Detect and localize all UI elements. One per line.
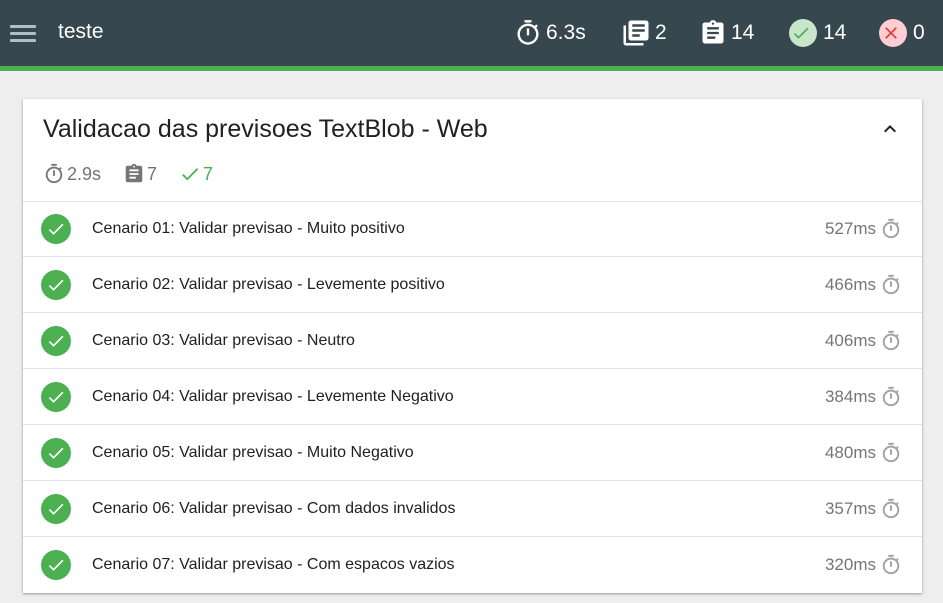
status-stripe bbox=[0, 66, 943, 71]
scenario-row[interactable]: Cenario 05: Validar previsao - Muito Neg… bbox=[23, 425, 922, 481]
total-duration-stat: 6.3s bbox=[514, 18, 586, 48]
stopwatch-icon bbox=[45, 163, 63, 184]
scenario-row[interactable]: Cenario 07: Validar previsao - Com espac… bbox=[23, 537, 922, 592]
scenario-name: Cenario 02: Validar previsao - Levemente… bbox=[92, 276, 445, 293]
clipboard-icon bbox=[702, 20, 724, 44]
feature-header[interactable]: Validacao das previsoes TextBlob - Web 2… bbox=[23, 99, 922, 202]
stopwatch-icon bbox=[880, 330, 902, 357]
scenarios-count-value: 14 bbox=[731, 21, 755, 44]
features-count-stat: 2 bbox=[621, 18, 667, 48]
passed-check-icon bbox=[41, 550, 71, 580]
scenario-list: Cenario 01: Validar previsao - Muito pos… bbox=[23, 201, 922, 592]
passed-check-icon bbox=[41, 326, 71, 356]
scenario-row[interactable]: Cenario 06: Validar previsao - Com dados… bbox=[23, 481, 922, 537]
scenario-duration: 466ms bbox=[824, 275, 876, 294]
stopwatch-icon bbox=[880, 554, 902, 581]
clipboard-icon bbox=[125, 163, 143, 183]
passed-count-value: 14 bbox=[823, 21, 847, 44]
passed-check-icon bbox=[41, 382, 71, 412]
stopwatch-icon bbox=[517, 20, 539, 45]
failed-count-stat: 0 bbox=[879, 18, 925, 48]
feature-duration-stat: 2.9s bbox=[43, 163, 101, 185]
top-app-bar: teste 6.3s 2 14 14 0 bbox=[0, 0, 943, 66]
scenario-row[interactable]: Cenario 01: Validar previsao - Muito pos… bbox=[23, 201, 922, 257]
scenario-name: Cenario 03: Validar previsao - Neutro bbox=[92, 332, 355, 349]
scenario-duration: 480ms bbox=[824, 443, 876, 462]
scenario-duration: 357ms bbox=[824, 499, 876, 518]
feature-scenarios-stat: 7 bbox=[123, 163, 157, 185]
chevron-up-icon[interactable] bbox=[878, 117, 902, 141]
failed-x-icon bbox=[879, 19, 907, 47]
passed-check-icon bbox=[41, 270, 71, 300]
feature-stats: 2.9s 7 7 bbox=[43, 163, 235, 185]
scenario-name: Cenario 07: Validar previsao - Com espac… bbox=[92, 556, 455, 573]
menu-icon[interactable] bbox=[10, 21, 36, 45]
feature-passed-value: 7 bbox=[203, 163, 214, 184]
feature-passed-stat: 7 bbox=[179, 163, 213, 185]
scenario-name: Cenario 01: Validar previsao - Muito pos… bbox=[92, 220, 405, 237]
stopwatch-icon bbox=[880, 274, 902, 301]
scenario-name: Cenario 04: Validar previsao - Levemente… bbox=[92, 388, 454, 405]
feature-card: Validacao das previsoes TextBlob - Web 2… bbox=[23, 99, 922, 593]
feature-title: Validacao das previsoes TextBlob - Web bbox=[43, 115, 488, 143]
check-icon bbox=[182, 168, 199, 181]
stopwatch-icon bbox=[880, 386, 902, 413]
passed-check-icon bbox=[41, 214, 71, 244]
scenario-duration: 384ms bbox=[824, 387, 876, 406]
passed-check-icon bbox=[41, 438, 71, 468]
passed-count-stat: 14 bbox=[789, 18, 846, 48]
feature-scenarios-value: 7 bbox=[147, 163, 158, 184]
scenario-name: Cenario 06: Validar previsao - Com dados… bbox=[92, 500, 456, 517]
scenario-duration: 406ms bbox=[824, 331, 876, 350]
scenario-duration: 527ms bbox=[824, 219, 876, 238]
total-duration-value: 6.3s bbox=[546, 21, 586, 44]
scenarios-count-stat: 14 bbox=[699, 18, 754, 48]
scenario-row[interactable]: Cenario 02: Validar previsao - Levemente… bbox=[23, 257, 922, 313]
failed-count-value: 0 bbox=[913, 21, 925, 44]
scenario-duration: 320ms bbox=[824, 555, 876, 574]
scenario-row[interactable]: Cenario 03: Validar previsao - Neutro 40… bbox=[23, 313, 922, 369]
stopwatch-icon bbox=[880, 442, 902, 469]
library-books-icon bbox=[623, 20, 649, 46]
scenario-name: Cenario 05: Validar previsao - Muito Neg… bbox=[92, 444, 414, 461]
passed-check-icon bbox=[41, 494, 71, 524]
features-count-value: 2 bbox=[655, 21, 667, 44]
stopwatch-icon bbox=[880, 218, 902, 245]
feature-duration-value: 2.9s bbox=[67, 163, 102, 184]
stopwatch-icon bbox=[880, 498, 902, 525]
app-title: teste bbox=[58, 20, 104, 43]
passed-check-icon bbox=[789, 19, 817, 47]
scenario-row[interactable]: Cenario 04: Validar previsao - Levemente… bbox=[23, 369, 922, 425]
